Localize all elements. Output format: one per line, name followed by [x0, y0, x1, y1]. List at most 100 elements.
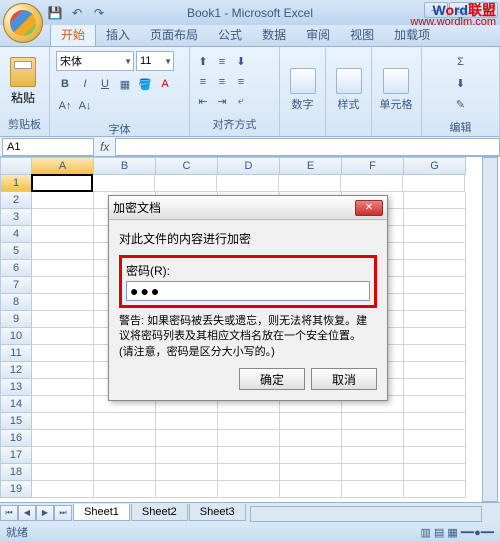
row-header-5[interactable]: 5 [0, 243, 32, 260]
cell-A14[interactable] [32, 396, 94, 413]
row-header-18[interactable]: 18 [0, 464, 32, 481]
increase-indent-button[interactable]: ⇥ [213, 93, 231, 111]
row-header-10[interactable]: 10 [0, 328, 32, 345]
cell-G2[interactable] [404, 192, 466, 209]
sheet-tab-3[interactable]: Sheet3 [189, 504, 246, 521]
align-top-button[interactable]: ⬆ [194, 53, 212, 71]
tab-home[interactable]: 开始 [50, 22, 96, 46]
row-header-19[interactable]: 19 [0, 481, 32, 498]
cell-D1[interactable] [217, 175, 279, 192]
cell-F19[interactable] [342, 481, 404, 498]
cell-A8[interactable] [32, 294, 94, 311]
cell-G14[interactable] [404, 396, 466, 413]
cell-D19[interactable] [218, 481, 280, 498]
fx-icon[interactable]: fx [94, 140, 115, 154]
wrap-text-button[interactable]: ⤶ [232, 93, 250, 111]
select-all-corner[interactable] [0, 157, 32, 175]
cell-B17[interactable] [94, 447, 156, 464]
col-header-B[interactable]: B [94, 157, 156, 175]
cell-G8[interactable] [404, 294, 466, 311]
row-header-12[interactable]: 12 [0, 362, 32, 379]
row-header-14[interactable]: 14 [0, 396, 32, 413]
cell-D15[interactable] [218, 413, 280, 430]
redo-icon[interactable]: ↷ [92, 6, 106, 20]
formula-input[interactable] [115, 138, 500, 156]
cell-E17[interactable] [280, 447, 342, 464]
cell-F1[interactable] [341, 175, 403, 192]
tab-view[interactable]: 视图 [340, 23, 384, 46]
row-header-2[interactable]: 2 [0, 192, 32, 209]
cell-F15[interactable] [342, 413, 404, 430]
cell-G17[interactable] [404, 447, 466, 464]
cell-B16[interactable] [94, 430, 156, 447]
sheet-nav-last[interactable]: ⏭ [54, 505, 72, 521]
sheet-nav-next[interactable]: ▶ [36, 505, 54, 521]
cell-G11[interactable] [404, 345, 466, 362]
cell-G12[interactable] [404, 362, 466, 379]
cell-A11[interactable] [32, 345, 94, 362]
tab-pagelayout[interactable]: 页面布局 [140, 23, 208, 46]
view-controls[interactable]: ▥ ▤ ▦ ━━●━━ [421, 526, 494, 539]
cell-E19[interactable] [280, 481, 342, 498]
cell-C17[interactable] [156, 447, 218, 464]
align-right-button[interactable]: ≡ [232, 73, 250, 91]
font-size-combo[interactable]: 11▼ [136, 51, 174, 71]
row-header-17[interactable]: 17 [0, 447, 32, 464]
col-header-D[interactable]: D [218, 157, 280, 175]
cell-G4[interactable] [404, 226, 466, 243]
border-button[interactable]: ▦ [116, 75, 134, 93]
row-header-3[interactable]: 3 [0, 209, 32, 226]
row-header-13[interactable]: 13 [0, 379, 32, 396]
autosum-button[interactable]: Σ [449, 53, 473, 71]
number-format-button[interactable]: 数字 [284, 59, 321, 121]
cell-G6[interactable] [404, 260, 466, 277]
cell-G1[interactable] [403, 175, 465, 192]
cell-A3[interactable] [32, 209, 94, 226]
cell-B19[interactable] [94, 481, 156, 498]
row-header-8[interactable]: 8 [0, 294, 32, 311]
cell-A1[interactable] [31, 174, 93, 192]
font-name-combo[interactable]: 宋体▼ [56, 51, 134, 71]
cell-A15[interactable] [32, 413, 94, 430]
name-box[interactable]: A1 [2, 138, 94, 156]
col-header-E[interactable]: E [280, 157, 342, 175]
horizontal-scrollbar[interactable] [250, 506, 482, 522]
cell-A6[interactable] [32, 260, 94, 277]
italic-button[interactable]: I [76, 75, 94, 93]
cancel-button[interactable]: 取消 [311, 368, 377, 390]
cell-G5[interactable] [404, 243, 466, 260]
cell-D16[interactable] [218, 430, 280, 447]
ok-button[interactable]: 确定 [239, 368, 305, 390]
cell-G16[interactable] [404, 430, 466, 447]
cell-D18[interactable] [218, 464, 280, 481]
sheet-nav-prev[interactable]: ◀ [18, 505, 36, 521]
row-header-1[interactable]: 1 [0, 175, 32, 192]
dialog-close-button[interactable]: ✕ [355, 200, 383, 216]
bold-button[interactable]: B [56, 75, 74, 93]
cell-A9[interactable] [32, 311, 94, 328]
cell-E15[interactable] [280, 413, 342, 430]
cell-C19[interactable] [156, 481, 218, 498]
cell-E18[interactable] [280, 464, 342, 481]
clear-button[interactable]: ✎ [449, 95, 473, 113]
cell-A4[interactable] [32, 226, 94, 243]
fill-color-button[interactable]: 🪣 [136, 75, 154, 93]
cell-B15[interactable] [94, 413, 156, 430]
save-icon[interactable]: 💾 [48, 6, 62, 20]
row-header-7[interactable]: 7 [0, 277, 32, 294]
paste-button[interactable]: 粘贴 [4, 51, 42, 113]
align-center-button[interactable]: ≡ [213, 73, 231, 91]
sheet-tab-1[interactable]: Sheet1 [73, 504, 130, 521]
col-header-C[interactable]: C [156, 157, 218, 175]
row-header-15[interactable]: 15 [0, 413, 32, 430]
cell-A19[interactable] [32, 481, 94, 498]
vertical-scrollbar[interactable] [482, 157, 498, 502]
sheet-nav-first[interactable]: ⏮ [0, 505, 18, 521]
cell-G9[interactable] [404, 311, 466, 328]
row-header-9[interactable]: 9 [0, 311, 32, 328]
fill-button[interactable]: ⬇ [449, 74, 473, 92]
cell-A7[interactable] [32, 277, 94, 294]
row-header-4[interactable]: 4 [0, 226, 32, 243]
decrease-indent-button[interactable]: ⇤ [194, 93, 212, 111]
undo-icon[interactable]: ↶ [70, 6, 84, 20]
